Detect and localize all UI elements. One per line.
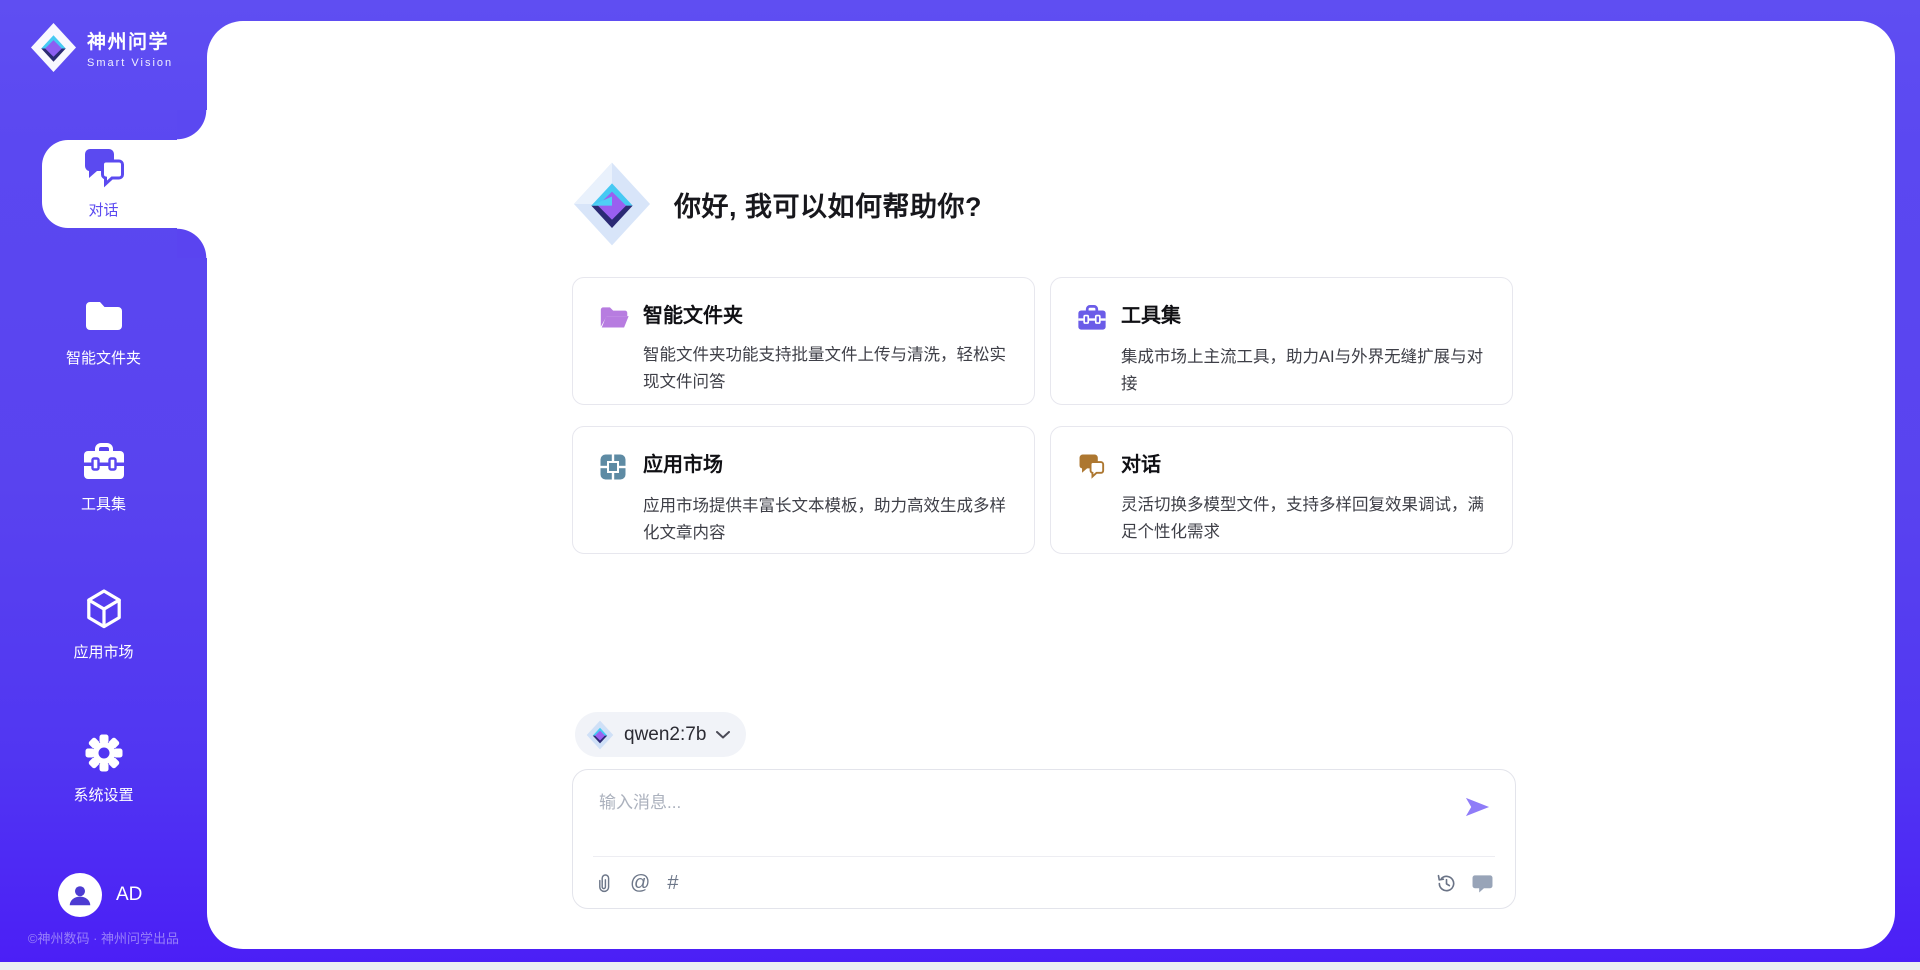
main-panel: 你好, 我可以如何帮助你? 智能文件夹 智能文件夹功能支持批量文件上传与清洗，轻… [207, 21, 1895, 949]
card-description: 灵活切换多模型文件，支持多样回复效果调试，满足个性化需求 [1121, 492, 1486, 546]
sidebar-item-label: 工具集 [81, 493, 126, 514]
sidebar-item-label: 智能文件夹 [66, 347, 141, 368]
model-name: qwen2:7b [624, 724, 706, 746]
sidebar-item-app-market[interactable]: 应用市场 [0, 588, 207, 662]
feedback-bubble-icon [1472, 874, 1493, 893]
history-button[interactable] [1436, 873, 1457, 894]
card-title: 应用市场 [643, 451, 1008, 486]
person-icon [67, 882, 93, 908]
sidebar-item-chat[interactable]: 对话 [0, 146, 207, 220]
briefcase-icon [82, 440, 126, 484]
active-tab-fillet-top [177, 110, 207, 140]
card-description: 集成市场上主流工具，助力AI与外界无缝扩展与对接 [1121, 344, 1486, 398]
hashtag-icon[interactable]: # [667, 873, 678, 893]
send-icon [1464, 796, 1491, 818]
chevron-down-icon [716, 731, 730, 739]
feature-card-toolset[interactable]: 工具集 集成市场上主流工具，助力AI与外界无缝扩展与对接 [1050, 277, 1513, 405]
assistant-logo-icon [572, 161, 652, 247]
greeting: 你好, 我可以如何帮助你? [572, 161, 982, 247]
composer-toolbar: @ # [597, 866, 1493, 900]
model-selector[interactable]: qwen2:7b [575, 712, 746, 757]
avatar [58, 873, 102, 917]
briefcase-icon [1077, 302, 1121, 337]
sidebar-item-label: 系统设置 [73, 784, 133, 805]
folder-open-icon [599, 302, 643, 335]
attachment-icon [597, 872, 613, 894]
send-button[interactable] [1462, 794, 1493, 823]
feature-card-chat[interactable]: 对话 灵活切换多模型文件，支持多样回复效果调试，满足个性化需求 [1050, 426, 1513, 554]
message-input[interactable] [597, 786, 1437, 820]
logo-diamond-icon [30, 22, 77, 73]
sidebar-item-label: 应用市场 [73, 641, 133, 662]
chat-bubbles-icon [1077, 451, 1121, 485]
folder-icon [83, 294, 125, 338]
cube-icon [85, 588, 123, 632]
card-description: 智能文件夹功能支持批量文件上传与清洗，轻松实现文件问答 [643, 342, 1008, 396]
greeting-title: 你好, 我可以如何帮助你? [674, 185, 982, 224]
feature-cards: 智能文件夹 智能文件夹功能支持批量文件上传与清洗，轻松实现文件问答 工具集 集成… [572, 277, 1513, 554]
card-title: 工具集 [1121, 302, 1486, 337]
grid-icon [599, 451, 643, 486]
app-logo: 神州问学 Smart Vision [30, 22, 173, 73]
attach-button[interactable] [597, 872, 613, 894]
feature-card-app-market[interactable]: 应用市场 应用市场提供丰富长文本模板，助力高效生成多样化文章内容 [572, 426, 1035, 554]
mention-icon[interactable]: @ [630, 873, 650, 893]
feature-card-smart-folder[interactable]: 智能文件夹 智能文件夹功能支持批量文件上传与清洗，轻松实现文件问答 [572, 277, 1035, 405]
active-tab-fillet-bottom [177, 228, 207, 258]
app-subtitle: Smart Vision [87, 57, 173, 69]
app-title: 神州问学 [87, 27, 173, 54]
user-profile[interactable]: AD [58, 873, 142, 917]
gear-icon [84, 731, 124, 775]
sidebar-item-smart-folder[interactable]: 智能文件夹 [0, 294, 207, 368]
card-title: 智能文件夹 [643, 302, 1008, 335]
sidebar-item-label: 对话 [88, 199, 118, 220]
feedback-button[interactable] [1472, 874, 1493, 893]
composer: @ # [572, 769, 1516, 909]
history-icon [1436, 873, 1457, 894]
sidebar: 神州问学 Smart Vision 对话 智能文件夹 [0, 0, 207, 962]
sidebar-item-settings[interactable]: 系统设置 [0, 731, 207, 805]
card-title: 对话 [1121, 451, 1486, 485]
user-name: AD [116, 884, 142, 906]
app-root: 你好, 我可以如何帮助你? 智能文件夹 智能文件夹功能支持批量文件上传与清洗，轻… [0, 0, 1920, 970]
card-description: 应用市场提供丰富长文本模板，助力高效生成多样化文章内容 [643, 493, 1008, 547]
copyright-text: ©神州数码 · 神州问学出品 [0, 928, 207, 947]
composer-divider [593, 856, 1495, 857]
sidebar-item-toolset[interactable]: 工具集 [0, 440, 207, 514]
diamond-logo-icon [586, 720, 614, 750]
chat-bubbles-icon [81, 146, 127, 190]
bottom-edge-strip [0, 962, 1920, 970]
